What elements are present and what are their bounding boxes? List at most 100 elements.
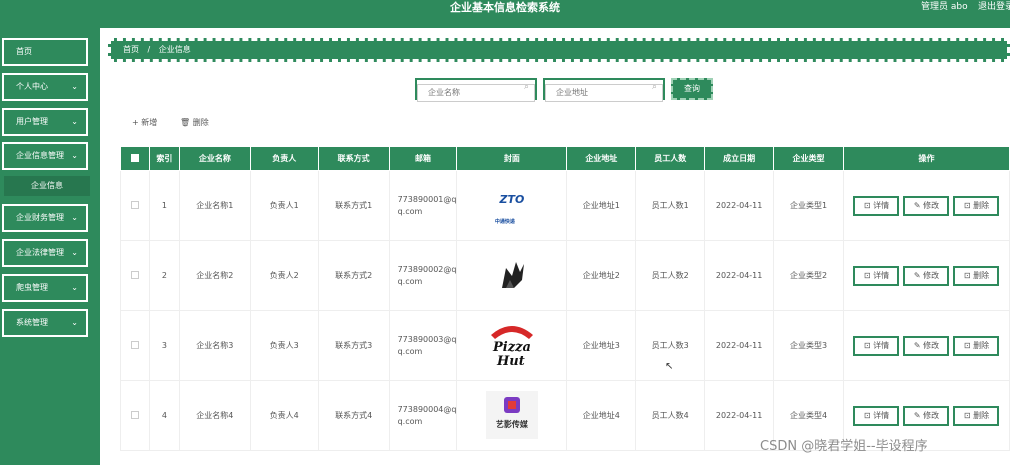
row-delete-button[interactable]: ⊡ 删除	[953, 405, 1000, 426]
chevron-down-icon: ⌄	[71, 213, 78, 222]
sidebar-item-home[interactable]: 首页	[2, 38, 88, 66]
row-delete-button[interactable]: ⊡ 删除	[953, 265, 1000, 286]
cell-leader: 负责人4	[249, 380, 319, 451]
cell-index: 3	[148, 310, 180, 381]
company-address-search: ⌕	[543, 78, 665, 102]
zto-logo: ZTO 中通快递	[487, 186, 537, 226]
sidebar-item-company-info[interactable]: 企业信息管理 ⌄	[2, 142, 88, 170]
column-header: 员工人数	[635, 146, 706, 171]
column-header: 操作	[842, 146, 1010, 171]
logout-link[interactable]: 退出登录	[978, 0, 1010, 14]
chevron-up-icon: ⌄	[71, 151, 78, 160]
table-header-row: 索引 企业名称 负责人 联系方式 邮箱 封面 企业地址 员工人数 成立日期 企业…	[120, 146, 1010, 171]
row-checkbox[interactable]	[130, 270, 139, 279]
cell-contact: 联系方式3	[317, 310, 390, 381]
table-row: 2 企业名称2 负责人2 联系方式2 773890002@qq.com 企业地址…	[120, 240, 1010, 311]
cell-contact: 联系方式2	[317, 240, 390, 311]
cell-email: 773890004@qq.com	[388, 380, 458, 451]
column-header: 负责人	[249, 146, 319, 171]
delete-button[interactable]: 🗑 删除	[180, 116, 209, 130]
detail-button[interactable]: ⊡ 详情	[853, 265, 900, 286]
row-checkbox[interactable]	[130, 340, 139, 349]
edit-button[interactable]: ✎ 修改	[903, 335, 950, 356]
edit-button[interactable]: ✎ 修改	[903, 195, 950, 216]
breadcrumb: 首页 / 企业信息	[108, 38, 1010, 62]
column-header: 企业类型	[773, 146, 844, 171]
sidebar-item-crawler[interactable]: 爬虫管理 ⌄	[2, 274, 88, 302]
sidebar-item-profile[interactable]: 个人中心 ⌄	[2, 73, 88, 101]
cell-address: 企业地址4	[566, 380, 637, 451]
cell-staff: 员工人数1	[635, 170, 706, 241]
cell-email: 773890002@qq.com	[388, 240, 458, 311]
company-name-input[interactable]	[417, 83, 535, 102]
cell-leader: 负责人3	[249, 310, 319, 381]
sidebar-item-system[interactable]: 系统管理 ⌄	[2, 309, 88, 337]
cell-name: 企业名称2	[178, 240, 251, 311]
breadcrumb-separator: /	[147, 45, 151, 54]
svg-text:Pizza: Pizza	[492, 340, 531, 355]
column-header: 企业名称	[178, 146, 251, 171]
mouse-cursor-icon: ↖	[665, 361, 674, 372]
row-select-cell	[120, 240, 150, 311]
column-header: 联系方式	[317, 146, 390, 171]
cell-date: 2022-04-11	[704, 240, 775, 311]
detail-button[interactable]: ⊡ 详情	[853, 405, 900, 426]
cell-email: 773890001@qq.com	[388, 170, 458, 241]
company-table: 索引 企业名称 负责人 联系方式 邮箱 封面 企业地址 员工人数 成立日期 企业…	[120, 146, 1010, 451]
cell-leader: 负责人2	[249, 240, 319, 311]
cell-type: 企业类型2	[773, 240, 844, 311]
row-delete-button[interactable]: ⊡ 删除	[953, 195, 1000, 216]
chevron-down-icon: ⌄	[71, 248, 78, 257]
query-button[interactable]: 查询	[671, 78, 713, 100]
row-delete-button[interactable]: ⊡ 删除	[953, 335, 1000, 356]
company-address-input[interactable]	[545, 83, 663, 102]
cell-index: 2	[148, 240, 180, 311]
select-all-cell	[120, 146, 150, 171]
detail-button[interactable]: ⊡ 详情	[853, 195, 900, 216]
sidebar-item-users[interactable]: 用户管理 ⌄	[2, 108, 88, 136]
cell-name: 企业名称4	[178, 380, 251, 451]
zto-logo-text: ZTO	[499, 192, 525, 206]
row-select-cell	[120, 380, 150, 451]
cell-index: 4	[148, 380, 180, 451]
row-select-cell	[120, 170, 150, 241]
sidebar-item-label: 企业财务管理	[16, 213, 64, 222]
row-checkbox[interactable]	[130, 200, 139, 209]
row-select-cell	[120, 310, 150, 381]
edit-button[interactable]: ✎ 修改	[903, 405, 950, 426]
column-header: 企业地址	[566, 146, 637, 171]
chevron-down-icon: ⌄	[71, 82, 78, 91]
row-checkbox[interactable]	[130, 410, 139, 419]
cell-cover: Pizza Hut	[456, 310, 568, 381]
chevron-down-icon: ⌄	[71, 117, 78, 126]
breadcrumb-home[interactable]: 首页	[123, 45, 139, 54]
detail-button[interactable]: ⊡ 详情	[853, 335, 900, 356]
cell-address: 企业地址3	[566, 310, 637, 381]
cell-operations: ⊡ 详情 ✎ 修改 ⊡ 删除	[842, 240, 1010, 311]
cell-leader: 负责人1	[249, 170, 319, 241]
table-row: 3 企业名称3 负责人3 联系方式3 773890003@qq.com Pizz…	[120, 310, 1010, 381]
app-title: 企业基本信息检索系统	[450, 1, 560, 14]
chevron-down-icon: ⌄	[71, 318, 78, 327]
cell-staff: 员工人数2	[635, 240, 706, 311]
cell-address: 企业地址1	[566, 170, 637, 241]
sidebar: 首页 个人中心 ⌄ 用户管理 ⌄ 企业信息管理 ⌄ 企业信息 企业财务管理 ⌄ …	[0, 28, 100, 465]
breadcrumb-current: 企业信息	[158, 45, 191, 54]
cell-email: 773890003@qq.com	[388, 310, 458, 381]
yiying-logo-text: 艺影传媒	[495, 419, 528, 429]
edit-button[interactable]: ✎ 修改	[903, 265, 950, 286]
top-bar: 企业基本信息检索系统 管理员 abo 退出登录	[0, 0, 1010, 28]
sidebar-subitem-company-info[interactable]: 企业信息	[4, 176, 90, 196]
cell-name: 企业名称1	[178, 170, 251, 241]
fox-logo	[501, 261, 524, 288]
sidebar-item-legal[interactable]: 企业法律管理 ⌄	[2, 239, 88, 267]
admin-username: 管理员 abo	[921, 2, 968, 12]
zto-logo-subtext: 中通快递	[494, 218, 515, 225]
cube-icon	[503, 396, 520, 413]
cell-operations: ⊡ 详情 ✎ 修改 ⊡ 删除	[842, 170, 1010, 241]
sidebar-item-finance[interactable]: 企业财务管理 ⌄	[2, 204, 88, 232]
add-button[interactable]: + 新增	[132, 116, 157, 130]
select-all-checkbox[interactable]	[130, 153, 139, 162]
cell-type: 企业类型1	[773, 170, 844, 241]
cell-operations: ⊡ 详情 ✎ 修改 ⊡ 删除	[842, 310, 1010, 381]
